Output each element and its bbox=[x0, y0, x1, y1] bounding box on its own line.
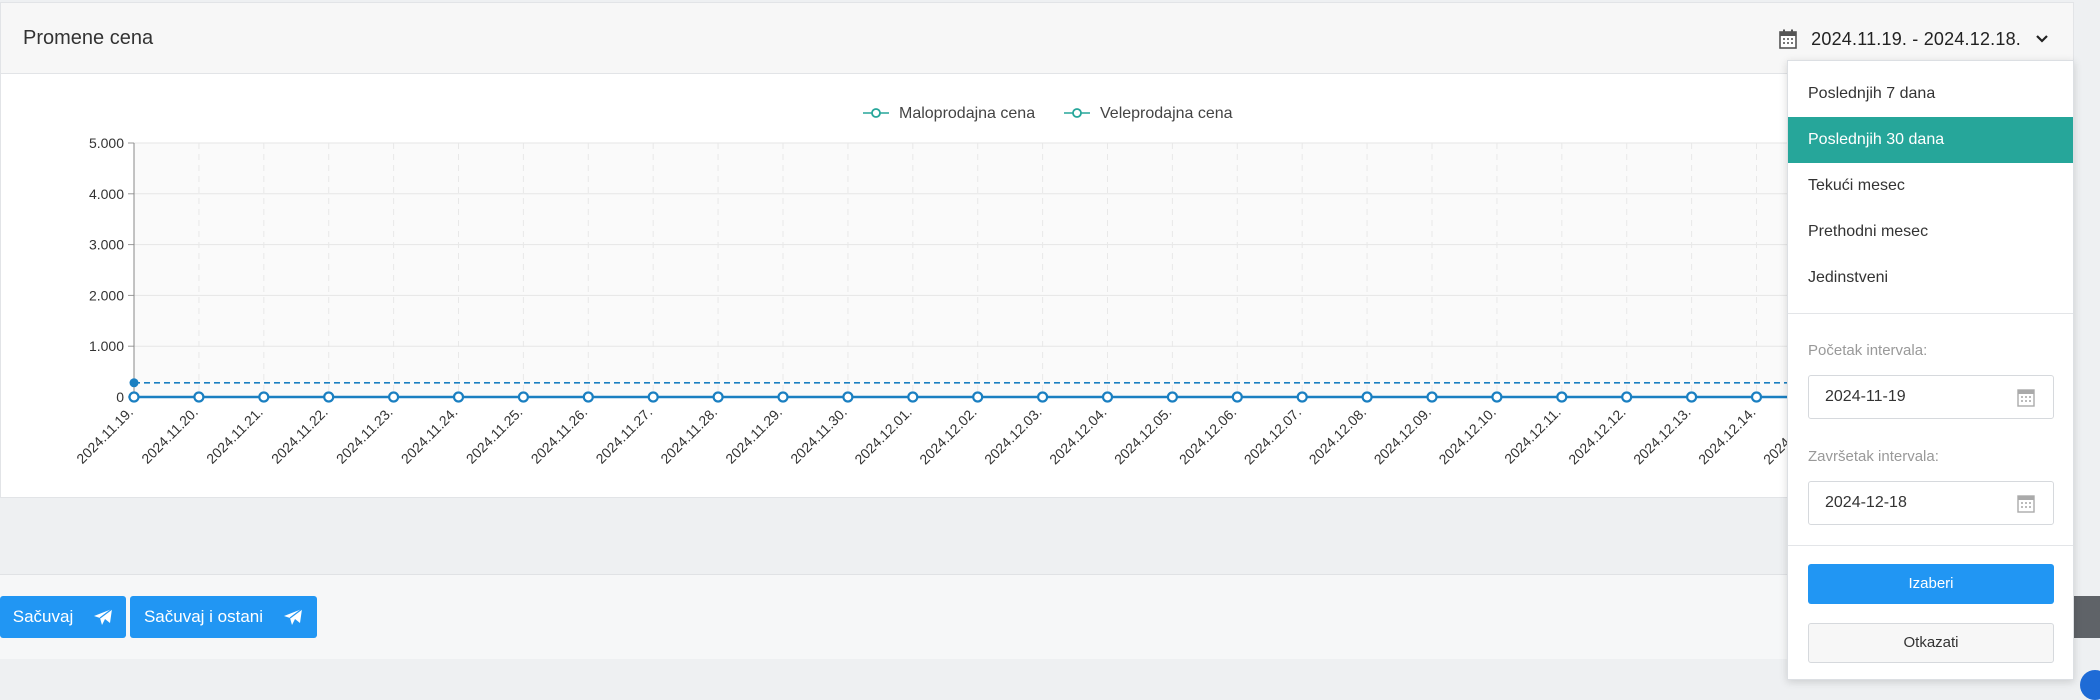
y-tick-label: 5.000 bbox=[89, 135, 124, 151]
calendar-icon[interactable] bbox=[2017, 387, 2035, 407]
x-tick-label: 2024.12.04. bbox=[1046, 404, 1110, 468]
data-point bbox=[452, 391, 465, 403]
date-range-toggle[interactable]: 2024.11.19. - 2024.12.18. bbox=[1779, 21, 2049, 57]
date-range-dropdown: Poslednjih 7 dana Poslednjih 30 dana Tek… bbox=[1787, 60, 2074, 680]
option-current-month[interactable]: Tekući mesec bbox=[1788, 163, 2073, 209]
data-point bbox=[582, 391, 594, 403]
y-tick-label: 3.000 bbox=[89, 237, 124, 253]
data-point bbox=[388, 391, 400, 403]
x-tick-label: 2024.12.13. bbox=[1630, 404, 1694, 468]
calendar-icon[interactable] bbox=[2017, 493, 2035, 513]
legend-label: Veleprodajna cena bbox=[1100, 105, 1233, 122]
divider bbox=[1788, 313, 2073, 314]
x-tick-label: 2024.11.22. bbox=[268, 404, 331, 467]
floating-action-button[interactable] bbox=[2080, 670, 2100, 700]
x-tick-label: 2024.11.19. bbox=[73, 404, 136, 467]
option-last-30-days[interactable]: Poslednjih 30 dana bbox=[1788, 117, 2073, 163]
option-previous-month[interactable]: Prethodni mesec bbox=[1788, 209, 2073, 255]
data-point bbox=[777, 391, 789, 403]
x-tick-label: 2024.12.05. bbox=[1111, 404, 1175, 468]
plot-area bbox=[134, 143, 1801, 397]
x-tick-label: 2024.11.26. bbox=[528, 404, 591, 467]
x-tick-label: 2024.12.02. bbox=[916, 404, 980, 468]
y-tick-label: 0 bbox=[116, 389, 124, 405]
data-point bbox=[1621, 391, 1633, 403]
x-tick-label: 2024.12.11. bbox=[1501, 404, 1564, 467]
save-and-stay-button[interactable]: Sačuvaj i ostani bbox=[130, 596, 317, 638]
legend-marker bbox=[1072, 108, 1082, 118]
data-point bbox=[129, 378, 139, 388]
y-tick-label: 4.000 bbox=[89, 186, 124, 202]
data-point bbox=[1685, 391, 1698, 403]
data-point bbox=[1491, 391, 1503, 403]
x-tick-label: 2024.12.14. bbox=[1695, 404, 1759, 468]
x-tick-label: 2024.11.25. bbox=[463, 404, 526, 467]
chevron-down-icon bbox=[2036, 35, 2048, 43]
x-tick-label: 2024.11.28. bbox=[657, 404, 720, 467]
y-tick-label: 2.000 bbox=[89, 287, 124, 303]
data-point bbox=[128, 391, 140, 403]
x-tick-label: 2024.12.07. bbox=[1241, 404, 1305, 468]
data-point bbox=[323, 391, 335, 403]
save-button-label: Sačuvaj bbox=[12, 607, 74, 626]
x-tick-label: 2024.12.03. bbox=[981, 404, 1045, 468]
price-changes-panel: Promene cena 2024.11.19. - 2024.12.18. 5… bbox=[0, 2, 2074, 498]
x-tick-label: 2024.12.08. bbox=[1306, 404, 1370, 468]
date-range-text: 2024.11.19. - 2024.12.18. bbox=[1811, 28, 2021, 49]
data-point bbox=[1556, 391, 1568, 403]
price-chart: 5.0004.0003.0002.0001.00002024.11.19. 202… bbox=[73, 105, 1801, 468]
option-custom[interactable]: Jedinstveni bbox=[1788, 255, 2073, 301]
x-tick-label: 2024.12.06. bbox=[1176, 404, 1240, 468]
legend-label: Maloprodajna cena bbox=[899, 105, 1035, 122]
paper-plane-icon bbox=[284, 608, 303, 625]
x-tick-label: 2024.12.01. bbox=[851, 404, 915, 468]
x-tick-label: 2024.11.21. bbox=[203, 404, 266, 467]
x-tick-label: 2024.11.24. bbox=[398, 404, 461, 467]
data-point bbox=[842, 391, 854, 403]
data-point bbox=[258, 391, 270, 403]
paper-plane-icon bbox=[94, 608, 113, 625]
data-point bbox=[517, 391, 530, 403]
save-button[interactable]: Sačuvaj bbox=[0, 596, 126, 638]
y-tick-label: 1.000 bbox=[89, 338, 124, 354]
save-and-stay-label: Sačuvaj i ostani bbox=[143, 607, 264, 626]
x-tick-label: 2024.12.09. bbox=[1371, 404, 1435, 468]
x-tick-label: 2024.11.20. bbox=[138, 404, 201, 467]
legend-marker bbox=[871, 108, 881, 118]
data-point bbox=[1036, 391, 1049, 403]
x-tick-label: 2024.12.10. bbox=[1435, 404, 1499, 468]
option-last-7-days[interactable]: Poslednjih 7 dana bbox=[1788, 71, 2073, 117]
data-point bbox=[1296, 391, 1308, 403]
data-point bbox=[193, 391, 205, 403]
data-point bbox=[907, 391, 919, 403]
data-point bbox=[1750, 391, 1763, 403]
cancel-button[interactable]: Otkazati bbox=[1808, 623, 2054, 663]
divider bbox=[1788, 545, 2073, 546]
data-point bbox=[1426, 391, 1438, 403]
apply-button[interactable]: Izaberi bbox=[1808, 564, 2054, 604]
data-point bbox=[1101, 391, 1114, 403]
x-tick-label: 2024.11.30. bbox=[787, 404, 850, 467]
x-tick-label: 2024.11.27. bbox=[592, 404, 655, 467]
x-tick-label: 2024.12.12. bbox=[1565, 404, 1629, 468]
data-point bbox=[972, 391, 984, 403]
start-date-label: Početak intervala: bbox=[1808, 342, 1928, 359]
x-tick-label: 2024.11.29. bbox=[722, 404, 785, 467]
end-date-label: Završetak intervala: bbox=[1808, 448, 1939, 465]
data-point bbox=[712, 391, 724, 403]
data-point bbox=[1361, 391, 1373, 403]
data-point bbox=[647, 391, 659, 403]
data-point bbox=[1166, 391, 1179, 403]
data-point bbox=[1231, 391, 1243, 403]
x-tick-label: 2024.11.23. bbox=[333, 404, 396, 467]
